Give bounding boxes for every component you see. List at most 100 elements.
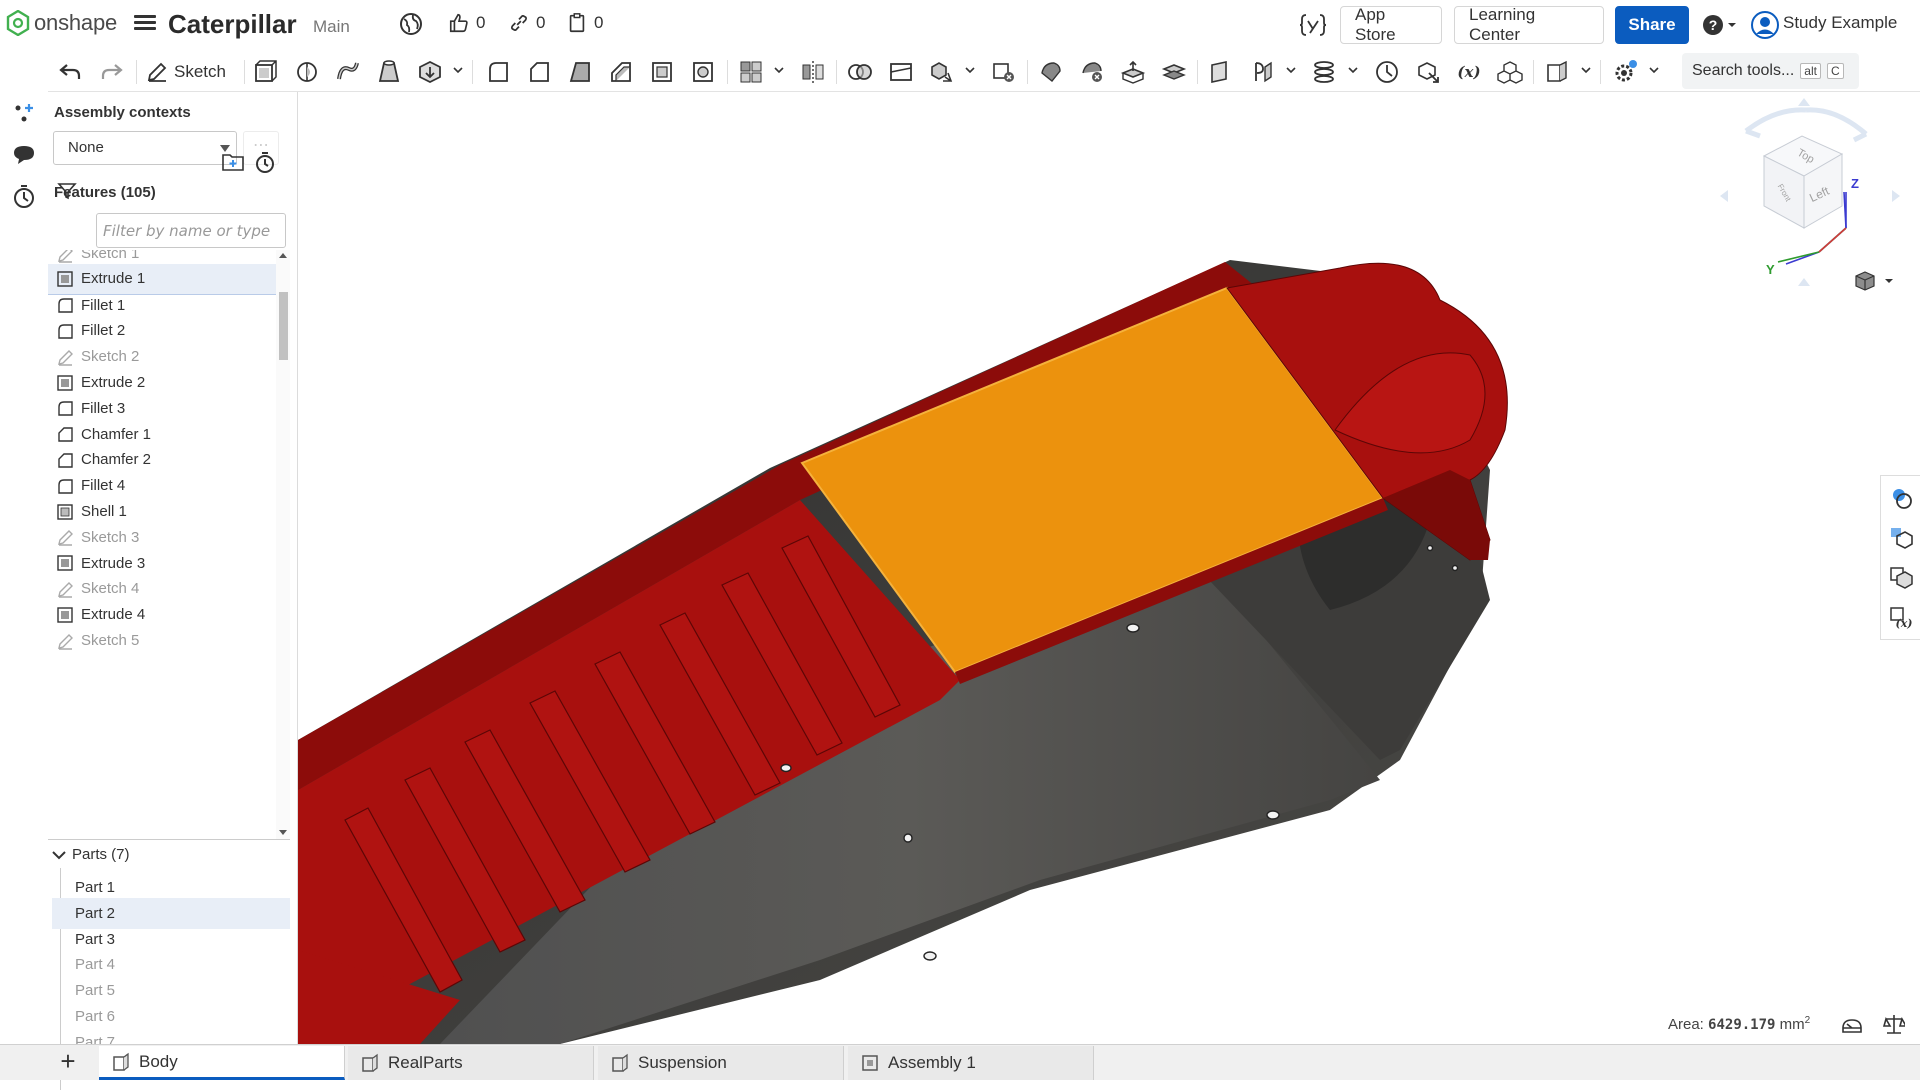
- sheet-metal-icon[interactable]: [1544, 59, 1570, 85]
- rollback-timer-icon[interactable]: [254, 150, 276, 174]
- document-title[interactable]: Caterpillar: [168, 9, 297, 40]
- copies-counter[interactable]: 0: [566, 12, 603, 34]
- search-tools-input[interactable]: Search tools... alt C: [1682, 53, 1859, 89]
- assembly-tab-icon: [862, 1055, 878, 1071]
- plane-icon[interactable]: [1208, 59, 1234, 85]
- scroll-up-icon[interactable]: [279, 252, 287, 258]
- learning-center-button[interactable]: Learning Center: [1454, 5, 1604, 44]
- scroll-down-icon[interactable]: [279, 830, 287, 836]
- chevron-down-icon[interactable]: [965, 65, 975, 75]
- view-options-menu[interactable]: [1854, 270, 1894, 292]
- configurations-icon[interactable]: [1889, 566, 1913, 590]
- sketch-button[interactable]: Sketch: [146, 58, 226, 86]
- feature-label: Sketch 1: [81, 250, 140, 262]
- extrude-icon: [57, 555, 73, 571]
- feature-label: Extrude 4: [81, 606, 146, 624]
- tab-body[interactable]: Body: [99, 1046, 345, 1080]
- scroll-thumb[interactable]: [279, 292, 288, 360]
- model-render[interactable]: [298, 92, 1920, 1044]
- branch-name[interactable]: Main: [313, 17, 350, 37]
- part-studio-cubes-icon[interactable]: [1497, 59, 1523, 85]
- globe-icon[interactable]: [399, 12, 423, 36]
- draft-icon[interactable]: [567, 59, 593, 85]
- tab-assembly-1[interactable]: Assembly 1: [848, 1046, 1094, 1080]
- user-name[interactable]: Study Example: [1783, 13, 1897, 33]
- comment-icon[interactable]: [11, 142, 37, 168]
- chevron-down-icon[interactable]: [1286, 65, 1296, 75]
- add-folder-icon[interactable]: [222, 151, 246, 173]
- add-point-icon[interactable]: [11, 100, 37, 126]
- undo-icon[interactable]: [58, 60, 82, 84]
- mate-connector-icon[interactable]: [1249, 59, 1275, 85]
- app-store-button[interactable]: App Store: [1340, 5, 1442, 44]
- fillet-icon[interactable]: [485, 59, 511, 85]
- history-icon[interactable]: [11, 184, 37, 210]
- avatar[interactable]: [1751, 11, 1779, 39]
- transform-icon[interactable]: [929, 59, 955, 85]
- onshape-logo[interactable]: onshape: [6, 10, 117, 36]
- sketch-icon: [58, 349, 73, 366]
- part-label: Part 2: [75, 904, 116, 922]
- feature-label: Fillet 3: [81, 399, 126, 417]
- revolve-icon[interactable]: [294, 59, 320, 85]
- measure-icon[interactable]: [1374, 59, 1400, 85]
- modify-fillet-icon[interactable]: [1038, 59, 1064, 85]
- extrude-icon: [57, 271, 73, 287]
- help-menu[interactable]: ?: [1702, 14, 1737, 36]
- mass-properties-icon[interactable]: [1883, 1013, 1905, 1037]
- variable-studio-icon[interactable]: [1299, 13, 1327, 37]
- link-icon: [510, 14, 528, 32]
- render-studio-icon[interactable]: [1889, 526, 1913, 550]
- helix-icon[interactable]: [1311, 59, 1337, 85]
- sweep-icon[interactable]: [335, 59, 361, 85]
- replace-face-icon[interactable]: [1161, 59, 1187, 85]
- share-button[interactable]: Share: [1615, 6, 1689, 44]
- mirror-icon[interactable]: [800, 59, 826, 85]
- feature-filter-input[interactable]: Filter by name or type: [96, 213, 286, 248]
- derived-icon[interactable]: [1415, 59, 1441, 85]
- feature-label: Fillet 2: [81, 322, 126, 340]
- extrude-icon: [57, 606, 73, 623]
- loft-icon[interactable]: [376, 59, 402, 85]
- shortcut-key: C: [1826, 63, 1844, 79]
- chevron-down-icon[interactable]: [1649, 65, 1659, 75]
- split-icon[interactable]: [888, 59, 914, 85]
- tab-suspension[interactable]: Suspension: [598, 1046, 844, 1080]
- chevron-down-icon[interactable]: [1581, 65, 1591, 75]
- likes-counter[interactable]: 0: [448, 12, 485, 34]
- chevron-down-icon[interactable]: [774, 65, 784, 75]
- search-tools-placeholder: Search tools...: [1692, 62, 1795, 79]
- view-cube[interactable]: Top Left Front Z Y: [1716, 96, 1906, 286]
- appearance-icon[interactable]: [1889, 486, 1913, 510]
- filter-icon[interactable]: [57, 181, 77, 201]
- custom-features-icon[interactable]: [1612, 59, 1638, 85]
- variables-table-icon[interactable]: (x): [1889, 606, 1913, 630]
- move-face-icon[interactable]: [1120, 59, 1146, 85]
- boolean-icon[interactable]: [847, 59, 873, 85]
- chevron-down-icon[interactable]: [453, 65, 463, 75]
- thicken-icon[interactable]: [417, 59, 443, 85]
- parts-section-header[interactable]: Parts (7): [52, 846, 130, 863]
- chevron-down-icon[interactable]: [1348, 65, 1358, 75]
- assembly-context-select[interactable]: None: [53, 131, 237, 165]
- linear-pattern-icon[interactable]: [738, 59, 764, 85]
- links-counter[interactable]: 0: [508, 12, 545, 34]
- tab-realparts[interactable]: RealParts: [348, 1046, 594, 1080]
- hole-icon[interactable]: [690, 59, 716, 85]
- delete-face-icon[interactable]: [1079, 59, 1105, 85]
- part-studio-tab-icon: [362, 1053, 378, 1072]
- units-icon[interactable]: [1840, 1014, 1864, 1036]
- add-tab-button[interactable]: +: [52, 1046, 84, 1078]
- redo-icon[interactable]: [100, 60, 124, 84]
- rib-icon[interactable]: [608, 59, 634, 85]
- graphics-viewport[interactable]: Top Left Front Z Y: [298, 92, 1920, 1044]
- feature-list-scrollbar[interactable]: [276, 250, 290, 839]
- cube-view-icon: [1855, 271, 1875, 291]
- delete-part-icon[interactable]: [991, 59, 1017, 85]
- menu-icon[interactable]: [134, 12, 156, 34]
- feature-item[interactable]: Sketch 5: [48, 625, 276, 656]
- variable-icon[interactable]: (x): [1456, 59, 1482, 85]
- shell-icon[interactable]: [649, 59, 675, 85]
- chamfer-icon[interactable]: [526, 59, 552, 85]
- extrude-icon[interactable]: [252, 59, 278, 85]
